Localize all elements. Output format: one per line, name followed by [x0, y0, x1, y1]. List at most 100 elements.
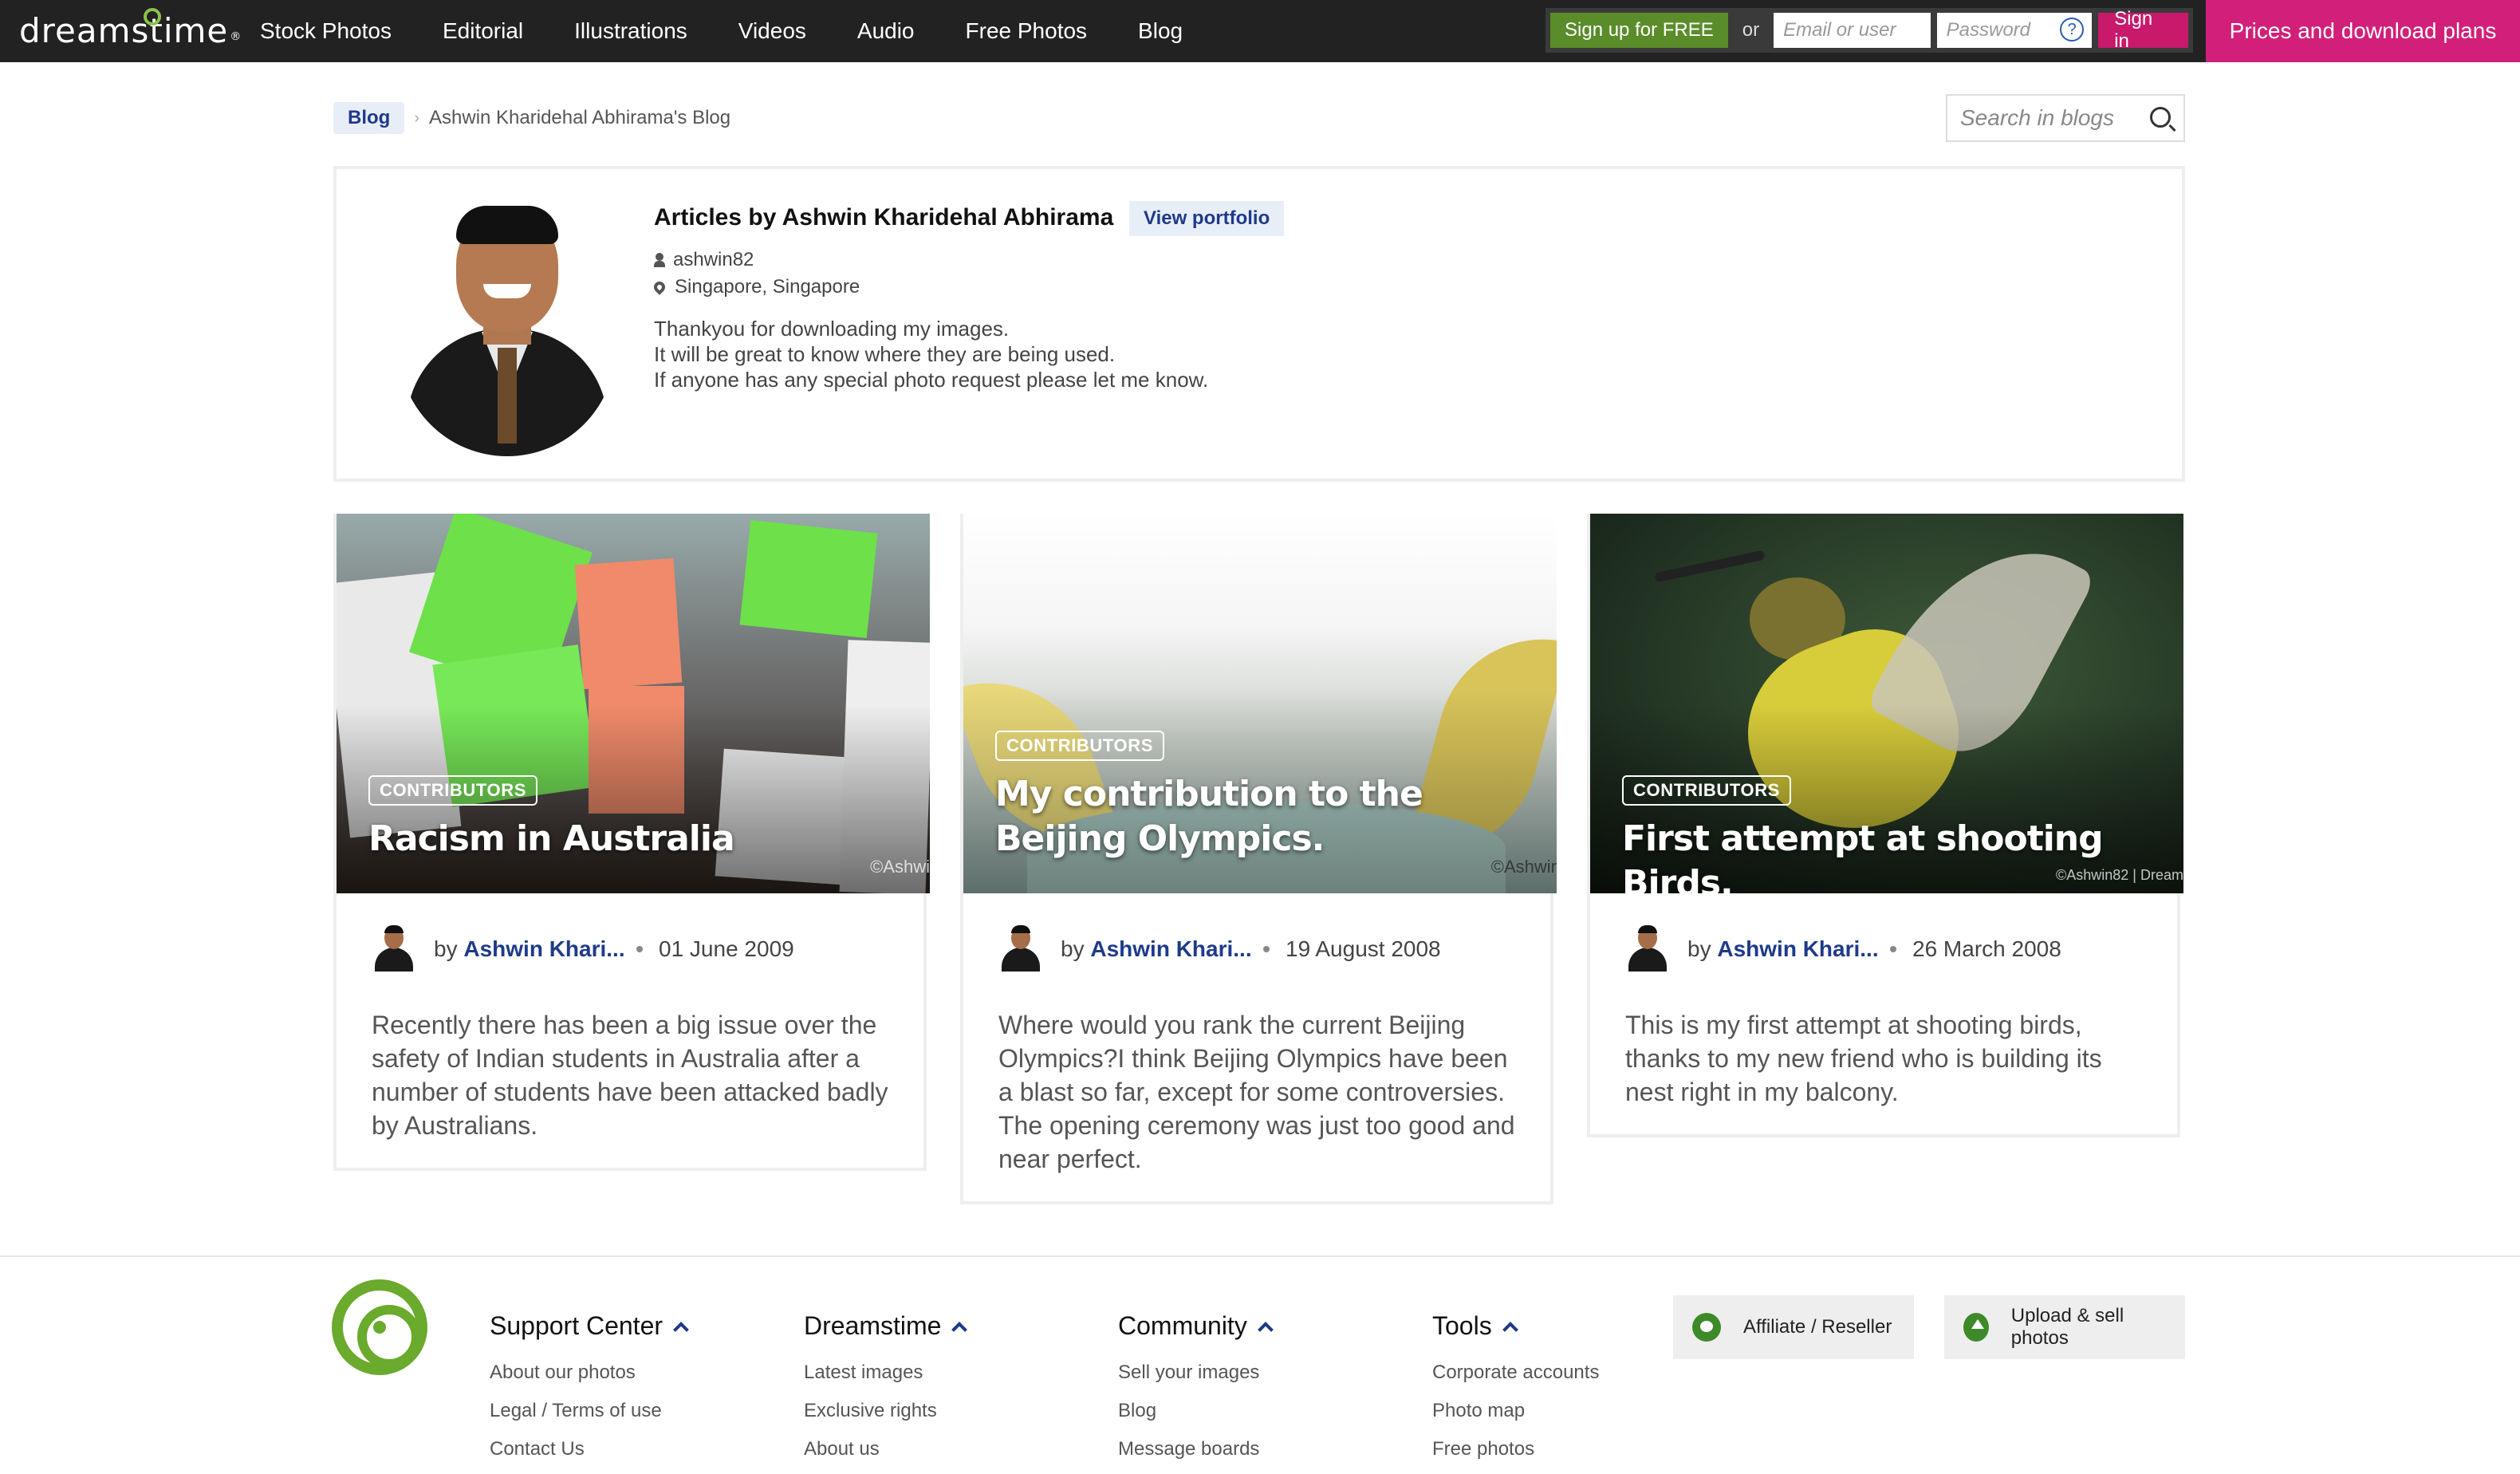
article-excerpt: This is my first attempt at shooting bir…: [1625, 1011, 2102, 1106]
article-meta: by Ashwin Khari... 01 June 2009: [337, 893, 923, 1008]
location-text: Singapore, Singapore: [675, 276, 860, 298]
username-text: ashwin82: [673, 249, 754, 270]
category-badge[interactable]: CONTRIBUTORS: [995, 731, 1165, 761]
footer-column-support: Support Center About our photos Legal / …: [490, 1311, 689, 1468]
footer-link[interactable]: Free photos: [1432, 1430, 1599, 1468]
or-label: or: [1742, 19, 1760, 41]
author-link[interactable]: Ashwin Khari...: [1090, 936, 1251, 961]
nav-stock-photos[interactable]: Stock Photos: [260, 18, 392, 44]
affiliate-label: Affiliate / Reseller: [1743, 1316, 1892, 1338]
description-line: If anyone has any special photo request …: [654, 368, 1209, 392]
upload-label: Upload & sell photos: [2010, 1305, 2124, 1349]
affiliate-button[interactable]: Affiliate / Reseller: [1673, 1295, 1914, 1359]
nav-blog[interactable]: Blog: [1138, 18, 1183, 44]
profile-username: ashwin82: [654, 249, 754, 271]
article-title[interactable]: My contribution to the Beijing Olympics.: [995, 772, 1506, 861]
footer-link[interactable]: About our photos: [490, 1354, 687, 1392]
footer: Support Center About our photos Legal / …: [0, 1255, 2520, 1474]
chevron-right-icon: ›: [414, 108, 419, 127]
top-bar: dreamstime ® Stock Photos Editorial Illus…: [0, 0, 2520, 62]
article-card[interactable]: CONTRIBUTORS My contribution to the Beij…: [960, 514, 1557, 1204]
footer-link[interactable]: Latest images: [804, 1354, 965, 1392]
separator-dot: [1890, 946, 1896, 952]
footer-link[interactable]: Exclusive rights: [804, 1392, 965, 1430]
location-pin-icon: [652, 279, 667, 295]
blog-search-input[interactable]: Search in blogs: [1946, 94, 2185, 142]
article-card[interactable]: CONTRIBUTORS Racism in Australia ©Ashwi …: [333, 514, 930, 1171]
chat-icon: [1692, 1313, 1721, 1342]
article-title[interactable]: Racism in Australia: [368, 817, 911, 861]
auth-bar: Sign up for FREE or Email or user Passwo…: [1545, 8, 2193, 53]
footer-heading[interactable]: Dreamstime: [804, 1311, 968, 1341]
article-excerpt: Where would you rank the current Beijing…: [998, 1011, 1515, 1173]
image-watermark: ©Ashwir: [1490, 857, 1557, 877]
article-image-bird[interactable]: CONTRIBUTORS First attempt at shooting B…: [1590, 514, 2183, 893]
footer-column-tools: Tools Corporate accounts Photo map Free …: [1432, 1311, 1599, 1468]
image-watermark: ©Ashwin82 | Dream: [2056, 867, 2183, 883]
author-avatar-small[interactable]: [998, 924, 1043, 972]
article-image-protest[interactable]: CONTRIBUTORS Racism in Australia ©Ashwi: [337, 514, 930, 893]
article-image-olympics[interactable]: CONTRIBUTORS My contribution to the Beij…: [963, 514, 1557, 893]
author-byline: by Ashwin Khari...: [1061, 936, 1252, 962]
separator-dot: [1263, 946, 1270, 952]
article-date: 26 March 2008: [1912, 936, 2061, 961]
chevron-up-icon: [1502, 1321, 1518, 1338]
article-card[interactable]: CONTRIBUTORS First attempt at shooting B…: [1587, 514, 2183, 1137]
nav-illustrations[interactable]: Illustrations: [574, 18, 687, 44]
image-watermark: ©Ashwi: [870, 857, 930, 877]
description-line: Thankyou for downloading my images.: [654, 317, 1010, 341]
password-field[interactable]: Password?: [1936, 13, 2093, 48]
footer-link[interactable]: Message boards: [1118, 1430, 1271, 1468]
author-link[interactable]: Ashwin Khari...: [1717, 936, 1878, 961]
email-field[interactable]: Email or user: [1774, 13, 1931, 48]
profile-title: Articles by Ashwin Kharidehal Abhirama: [654, 204, 1114, 231]
nav-free-photos[interactable]: Free Photos: [966, 18, 1088, 44]
breadcrumb-blog[interactable]: Blog: [333, 102, 405, 134]
footer-column-community: Community Sell your images Blog Message …: [1118, 1311, 1274, 1468]
heading-text: Community: [1118, 1311, 1247, 1340]
author-avatar-small[interactable]: [372, 924, 416, 972]
author-profile: Articles by Ashwin Kharidehal Abhirama V…: [333, 166, 2185, 482]
footer-link[interactable]: Corporate accounts: [1432, 1354, 1599, 1392]
footer-link[interactable]: About us: [804, 1430, 965, 1468]
nav-audio[interactable]: Audio: [857, 18, 915, 44]
footer-link[interactable]: Legal / Terms of use: [490, 1392, 687, 1430]
dreamstime-swirl-logo-icon[interactable]: [332, 1279, 427, 1375]
user-icon: [654, 253, 665, 267]
search-placeholder: Search in blogs: [1960, 105, 2115, 130]
footer-heading[interactable]: Community: [1118, 1311, 1274, 1341]
nav-videos[interactable]: Videos: [738, 18, 806, 44]
footer-heading[interactable]: Support Center: [490, 1311, 689, 1341]
heading-text: Support Center: [490, 1311, 663, 1340]
category-badge[interactable]: CONTRIBUTORS: [368, 775, 538, 806]
dreamstime-logo[interactable]: dreamstime ®: [19, 8, 242, 53]
profile-description: Thankyou for downloading my images. It w…: [654, 316, 1208, 392]
breadcrumb-current: Ashwin Kharidehal Abhirama's Blog: [429, 107, 731, 128]
help-icon[interactable]: ?: [2060, 18, 2085, 41]
nav-editorial[interactable]: Editorial: [443, 18, 523, 44]
chevron-up-icon: [673, 1321, 689, 1338]
author-avatar: [399, 201, 616, 456]
category-badge[interactable]: CONTRIBUTORS: [1622, 775, 1792, 806]
author-link[interactable]: Ashwin Khari...: [463, 936, 624, 961]
upload-sell-button[interactable]: Upload & sell photos: [1944, 1295, 2185, 1359]
chevron-up-icon: [1257, 1321, 1274, 1338]
footer-link[interactable]: Contact Us: [490, 1430, 687, 1468]
signup-button[interactable]: Sign up for FREE: [1550, 13, 1728, 48]
view-portfolio-button[interactable]: View portfolio: [1129, 201, 1285, 236]
chevron-up-icon: [951, 1321, 968, 1338]
profile-location: Singapore, Singapore: [652, 276, 860, 298]
author-avatar-small[interactable]: [1625, 924, 1670, 972]
footer-link[interactable]: Blog: [1118, 1392, 1271, 1430]
footer-heading[interactable]: Tools: [1432, 1311, 1599, 1341]
footer-link[interactable]: Sell your images: [1118, 1354, 1271, 1392]
prices-button[interactable]: Prices and download plans: [2206, 0, 2520, 62]
by-label: by: [1061, 936, 1085, 961]
signin-button[interactable]: Sign in: [2098, 8, 2188, 52]
by-label: by: [434, 936, 458, 961]
search-icon[interactable]: [2150, 107, 2171, 128]
heading-text: Dreamstime: [804, 1311, 942, 1340]
article-meta: by Ashwin Khari... 19 August 2008: [963, 893, 1550, 1008]
footer-link[interactable]: Photo map: [1432, 1392, 1599, 1430]
author-byline: by Ashwin Khari...: [1687, 936, 1879, 962]
